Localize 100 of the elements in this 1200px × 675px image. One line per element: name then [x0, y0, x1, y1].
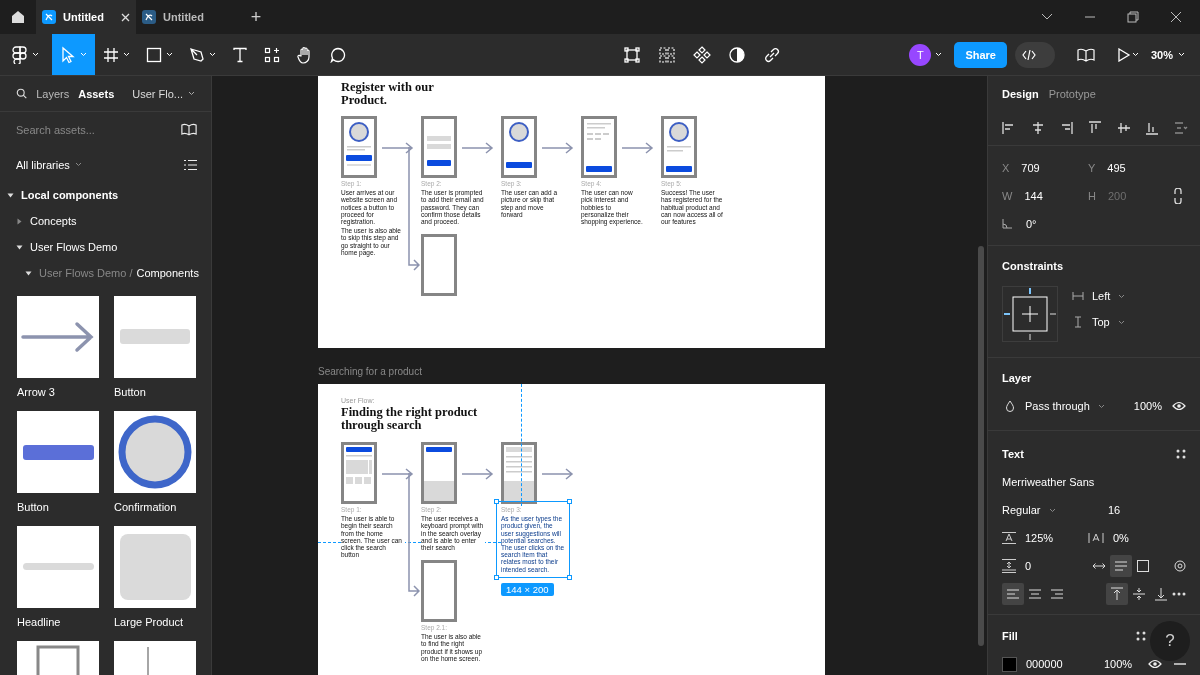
component-thumbnail[interactable] — [17, 296, 99, 378]
resize-handle[interactable] — [494, 574, 499, 580]
tree-item[interactable]: Local components — [0, 182, 211, 208]
settings-icon[interactable] — [1174, 560, 1186, 572]
text-align-button[interactable] — [1002, 583, 1024, 605]
panel-tab[interactable]: Layers — [36, 87, 70, 100]
caret-icon — [32, 52, 39, 57]
opacity-field[interactable]: 100% — [1133, 400, 1162, 412]
resize-handle[interactable] — [567, 499, 572, 504]
align-right-icon[interactable] — [1059, 121, 1074, 135]
font-weight-dropdown[interactable]: Regular — [1002, 504, 1108, 516]
distribute-icon[interactable] — [1173, 121, 1188, 135]
caret-icon — [209, 52, 216, 57]
align-vcenter-icon[interactable] — [1116, 121, 1131, 135]
angle-icon — [1002, 219, 1012, 229]
caret-icon — [1178, 52, 1185, 57]
contrast-icon[interactable] — [727, 45, 746, 64]
arrow — [382, 142, 414, 154]
library-dropdown[interactable]: All libraries — [16, 158, 82, 171]
play-icon[interactable] — [1117, 47, 1139, 62]
page-dropdown[interactable]: User Flo... — [132, 87, 195, 100]
frame-label[interactable]: Searching for a product — [318, 366, 422, 377]
zoom-dropdown[interactable]: 30% — [1151, 48, 1185, 61]
styles-icon[interactable] — [1176, 449, 1186, 459]
number-field[interactable]: W 144 — [1002, 182, 1088, 210]
constrain-proportions-icon[interactable] — [1173, 188, 1183, 204]
component-icon[interactable] — [692, 45, 711, 64]
frame[interactable] — [318, 76, 825, 348]
component-thumbnail[interactable] — [114, 296, 196, 378]
panel-tab[interactable]: Design — [1002, 87, 1039, 100]
frame[interactable] — [318, 384, 825, 675]
frame-outline-shape — [36, 645, 80, 675]
tree-item[interactable]: User Flows Demo — [0, 234, 211, 260]
component-thumbnail[interactable] — [17, 411, 99, 493]
align-left-icon[interactable] — [1002, 121, 1016, 135]
caret-icon[interactable] — [935, 52, 943, 57]
arrow — [462, 468, 494, 480]
vertical-constraint-dropdown[interactable]: Top — [1072, 316, 1126, 328]
file-tab[interactable]: Untitled — [36, 0, 136, 34]
number-field[interactable]: Y 495 — [1088, 154, 1174, 182]
paragraph-spacing-field[interactable]: 0 — [1002, 559, 1088, 573]
blend-mode-dropdown[interactable]: Pass through — [1025, 400, 1105, 412]
chevron-down-icon[interactable] — [1041, 13, 1053, 21]
search-field[interactable]: Search assets... — [16, 123, 156, 136]
line-height-field[interactable]: 125% — [1002, 532, 1088, 544]
search-icon[interactable] — [16, 87, 28, 100]
color-swatch[interactable] — [1002, 656, 1017, 672]
dev-mode-toggle[interactable] — [1015, 41, 1055, 68]
align-top-icon[interactable] — [1087, 121, 1102, 135]
resize-handle[interactable] — [567, 574, 572, 580]
eye-icon[interactable] — [1172, 401, 1186, 411]
number-field[interactable]: X 709 — [1002, 154, 1088, 182]
rotation-field[interactable]: 0° — [1002, 210, 1186, 238]
crop-icon[interactable] — [622, 45, 641, 64]
paragraph-spacing-icon — [1002, 559, 1016, 573]
wireframe-drawing — [421, 442, 457, 504]
bar-shape — [120, 329, 190, 344]
help-button[interactable]: ? — [1150, 621, 1190, 661]
tree-item[interactable]: Concepts — [0, 208, 211, 234]
component-name: Large Product — [114, 616, 185, 628]
file-icon — [42, 10, 56, 24]
letter-spacing-field[interactable]: 0% — [1088, 532, 1174, 544]
opacity-field[interactable]: 100% — [1104, 658, 1133, 670]
wireframe-drawing — [341, 442, 377, 504]
component-thumbnail[interactable] — [17, 526, 99, 608]
component-thumbnail[interactable] — [114, 526, 196, 608]
file-tab[interactable]: Untitled — [136, 0, 236, 34]
eye-icon[interactable] — [1148, 659, 1162, 669]
constraints-widget[interactable] — [1002, 286, 1058, 342]
styles-icon[interactable] — [1136, 631, 1146, 641]
horizontal-constraint-dropdown[interactable]: Left — [1072, 290, 1126, 302]
list-view-icon[interactable] — [184, 158, 197, 171]
resources-icon — [264, 46, 280, 63]
tree-item[interactable]: User Flows Demo / Components — [0, 260, 211, 286]
link-icon[interactable] — [762, 45, 781, 64]
resize-handle[interactable] — [494, 499, 499, 504]
font-family-dropdown[interactable]: Merriweather Sans — [1002, 476, 1095, 488]
new-tab-button[interactable]: + — [238, 0, 274, 34]
panel-tab[interactable]: Assets — [78, 87, 115, 100]
restore-icon[interactable] — [1127, 11, 1139, 23]
close-icon[interactable] — [1170, 11, 1182, 23]
caret-icon — [80, 52, 87, 57]
align-bottom-icon[interactable] — [1145, 121, 1160, 135]
align-hcenter-icon[interactable] — [1030, 121, 1045, 135]
frame-icon — [103, 46, 119, 63]
rounded-rectangle-shape — [120, 534, 191, 600]
hex-field[interactable]: 000000 — [1026, 658, 1104, 670]
close-icon[interactable] — [121, 12, 130, 22]
section-title: Constraints — [1002, 260, 1065, 272]
home-icon — [11, 10, 25, 24]
avatar[interactable]: T — [909, 43, 932, 66]
letter-spacing-icon — [1088, 532, 1104, 544]
vertical-align-button[interactable] — [1106, 583, 1128, 605]
book-icon[interactable] — [181, 123, 197, 136]
font-size-field[interactable]: 16 — [1108, 504, 1121, 516]
scrollbar[interactable] — [978, 246, 984, 646]
panel-tab[interactable]: Prototype — [1048, 87, 1096, 100]
grid-icon[interactable] — [657, 45, 676, 64]
more-icon[interactable] — [1172, 592, 1186, 596]
caret-icon — [1048, 507, 1056, 513]
